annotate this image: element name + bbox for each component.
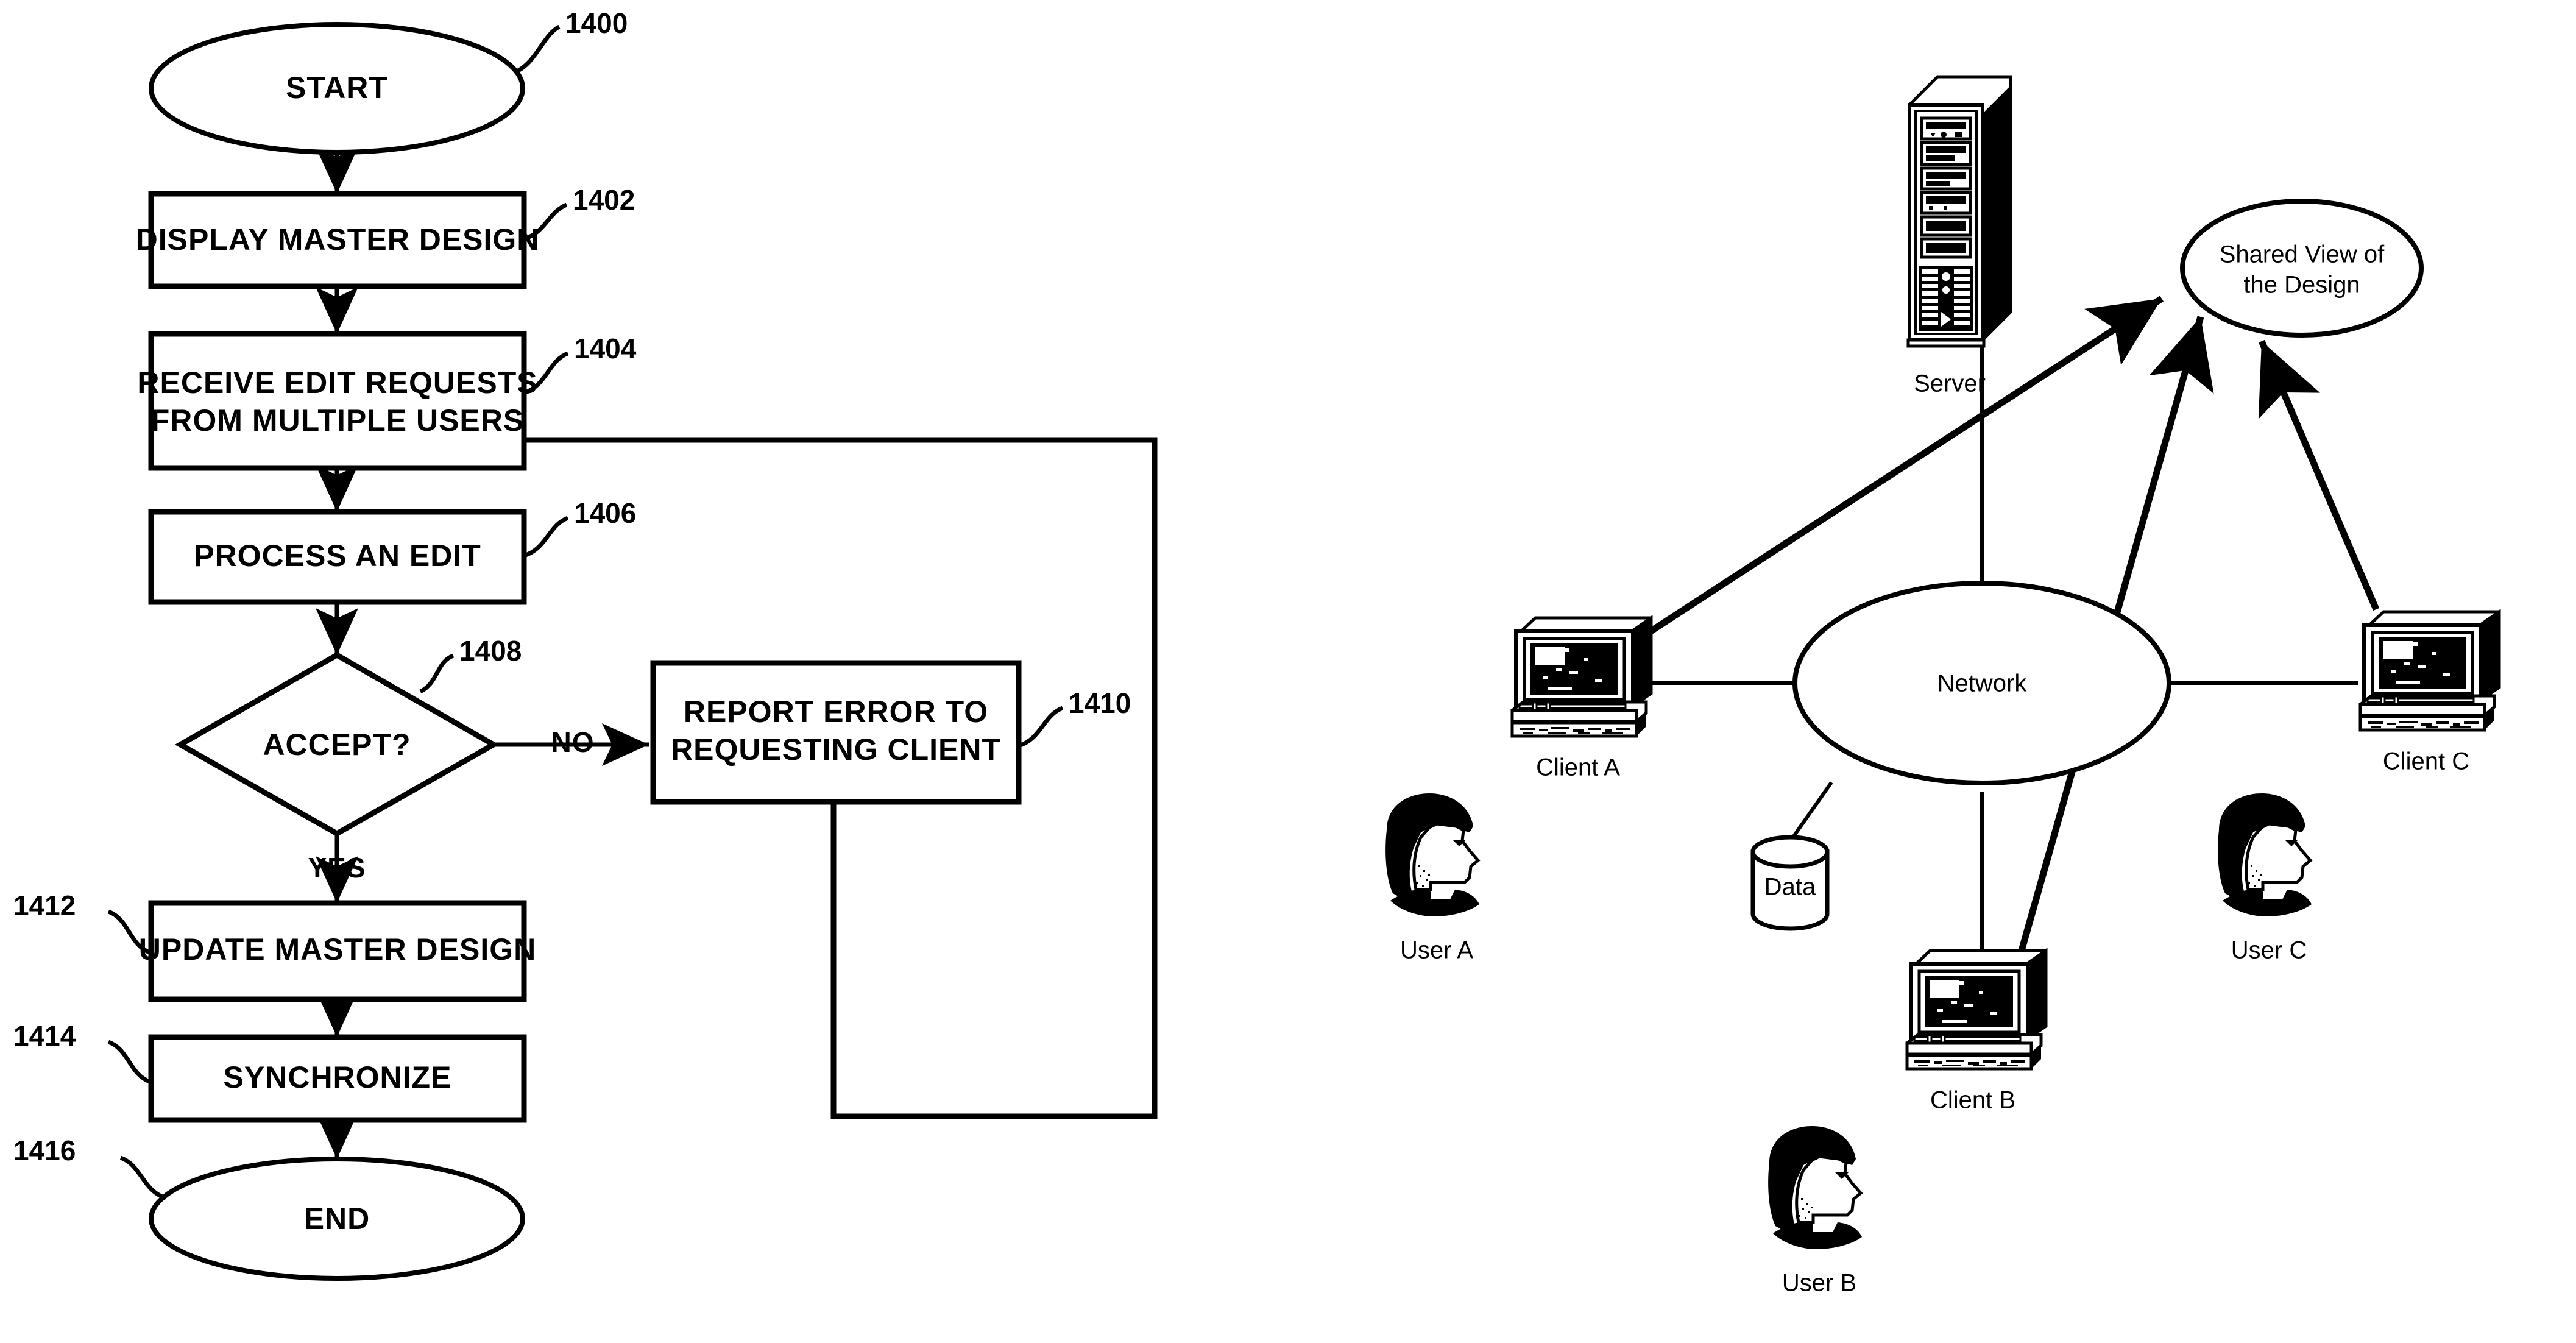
client-c-label: Client C [2383, 748, 2469, 775]
flow-node-report-error: REPORT ERROR TO REQUESTING CLIENT 1410 [650, 660, 1131, 805]
receive-edit-requests-label-line1: RECEIVE EDIT REQUESTS [137, 366, 537, 400]
leader-line-1406 [523, 516, 569, 558]
leader-line-1400 [514, 24, 561, 74]
client-b-node: Client B [1907, 951, 2046, 1114]
link-network-to-data [1789, 781, 1833, 841]
user-a-node: User A [1385, 793, 1479, 964]
arrow-clienta-to-shared-view [1643, 296, 2164, 638]
display-master-design-label: DISPLAY MASTER DESIGN [136, 222, 540, 257]
start-label: START [286, 71, 388, 105]
user-a-head-icon [1385, 793, 1479, 916]
ref-numeral-1404: 1404 [574, 333, 637, 364]
user-b-node: User B [1768, 1126, 1862, 1297]
shared-view-label-line1: Shared View of [2220, 241, 2385, 268]
end-label: END [304, 1202, 370, 1236]
client-a-node: Client A [1512, 618, 1651, 781]
client-a-label: Client A [1536, 754, 1620, 781]
ref-numeral-1402: 1402 [573, 184, 635, 216]
flow-node-display-master-design: DISPLAY MASTER DESIGN 1402 [136, 184, 635, 289]
receive-edit-requests-label-line2: FROM MULTIPLE USERS [151, 403, 525, 438]
flow-node-accept-decision: ACCEPT? 1408 NO YES [174, 635, 595, 884]
leader-line-1410 [1017, 706, 1064, 748]
shared-view-ellipse [2180, 199, 2424, 338]
client-c-node: Client C [2360, 612, 2499, 775]
server-node: Server [1908, 77, 2011, 397]
update-master-design-label: UPDATE MASTER DESIGN [139, 932, 536, 966]
flowchart-panel: START 1400 DISPLAY MASTER DESIGN 1402 RE… [13, 7, 1158, 1281]
synchronize-label: SYNCHRONIZE [224, 1060, 452, 1094]
flow-node-synchronize: SYNCHRONIZE 1414 [13, 1020, 527, 1123]
flow-node-update-master-design: UPDATE MASTER DESIGN 1412 [13, 890, 536, 1002]
report-error-label-line1: REPORT ERROR TO [684, 695, 988, 729]
receive-edit-requests-box [148, 331, 527, 471]
client-b-computer-icon [1907, 951, 2046, 1069]
client-c-computer-icon [2360, 612, 2499, 730]
figure-canvas: START 1400 DISPLAY MASTER DESIGN 1402 RE… [13, 7, 2576, 1297]
user-c-label: User C [2231, 937, 2307, 964]
network-label: Network [1937, 670, 2028, 697]
client-b-label: Client B [1930, 1087, 2015, 1114]
flow-node-receive-edit-requests: RECEIVE EDIT REQUESTS FROM MULTIPLE USER… [137, 331, 637, 471]
ref-numeral-1408: 1408 [459, 635, 522, 667]
server-label: Server [1914, 370, 1986, 397]
report-error-label-line2: REQUESTING CLIENT [671, 732, 1001, 767]
user-c-node: User C [2218, 793, 2312, 964]
process-an-edit-label: PROCESS AN EDIT [194, 539, 481, 573]
flow-node-start: START 1400 [149, 7, 628, 155]
data-store-node: Data [1750, 835, 1830, 931]
patent-figure-page: START 1400 DISPLAY MASTER DESIGN 1402 RE… [0, 0, 2576, 1343]
ref-numeral-1414: 1414 [13, 1020, 76, 1052]
data-label: Data [1764, 874, 1816, 901]
shared-view-label-line2: the Design [2243, 272, 2360, 299]
user-c-head-icon [2218, 793, 2312, 916]
shared-view-node: Shared View of the Design [2180, 199, 2424, 338]
branch-label-yes: YES [308, 852, 366, 884]
flow-node-process-an-edit: PROCESS AN EDIT 1406 [148, 497, 636, 605]
ref-numeral-1400: 1400 [565, 7, 628, 39]
client-a-computer-icon [1512, 618, 1651, 736]
leader-line-1416 [119, 1155, 167, 1200]
ref-numeral-1416: 1416 [13, 1135, 76, 1166]
user-b-label: User B [1782, 1270, 1856, 1297]
leader-line-1408 [419, 653, 455, 694]
leader-line-1414 [107, 1040, 152, 1085]
flow-node-end: END 1416 [13, 1135, 525, 1281]
arrow-clientc-to-shared-view [2258, 339, 2380, 611]
user-b-head-icon [1768, 1126, 1862, 1249]
user-a-label: User A [1400, 937, 1473, 964]
data-cylinder-top [1750, 835, 1830, 869]
server-icon [1908, 77, 2011, 346]
branch-label-no: NO [551, 726, 595, 758]
ref-numeral-1406: 1406 [574, 497, 636, 529]
ref-numeral-1410: 1410 [1069, 687, 1131, 719]
network-node: Network [1792, 581, 2171, 785]
accept-decision-label: ACCEPT? [263, 728, 411, 762]
ref-numeral-1412: 1412 [13, 890, 76, 921]
network-panel: Server Shared View of the Design Network… [1385, 77, 2499, 1297]
